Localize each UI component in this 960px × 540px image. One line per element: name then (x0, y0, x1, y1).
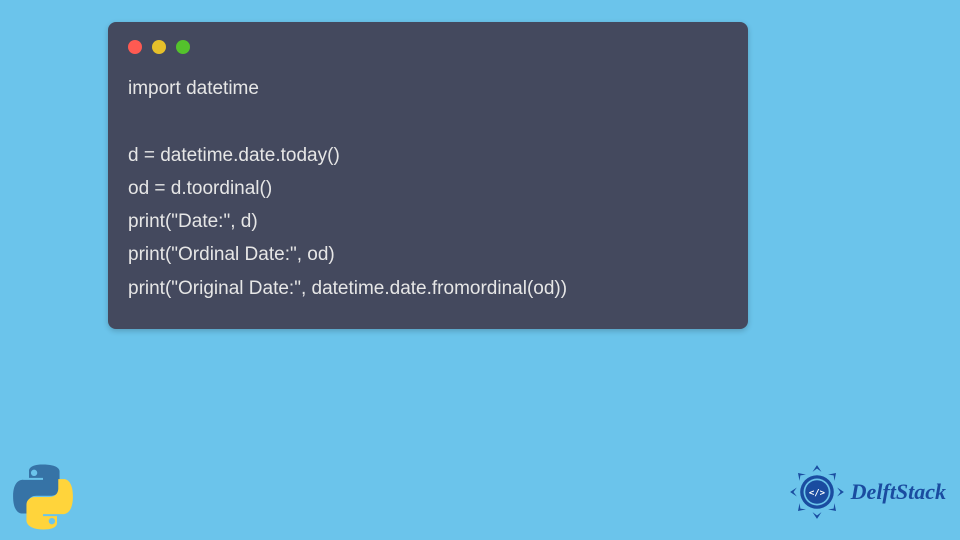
close-icon (128, 40, 142, 54)
window-controls (128, 40, 728, 54)
minimize-icon (152, 40, 166, 54)
delftstack-name: DelftStack (851, 479, 946, 505)
code-block: import datetime d = datetime.date.today(… (128, 72, 728, 305)
delftstack-logo: </> DelftStack (789, 464, 946, 520)
code-window: import datetime d = datetime.date.today(… (108, 22, 748, 329)
svg-text:</>: </> (809, 488, 825, 498)
python-logo-icon (8, 462, 78, 532)
delftstack-badge-icon: </> (789, 464, 845, 520)
maximize-icon (176, 40, 190, 54)
